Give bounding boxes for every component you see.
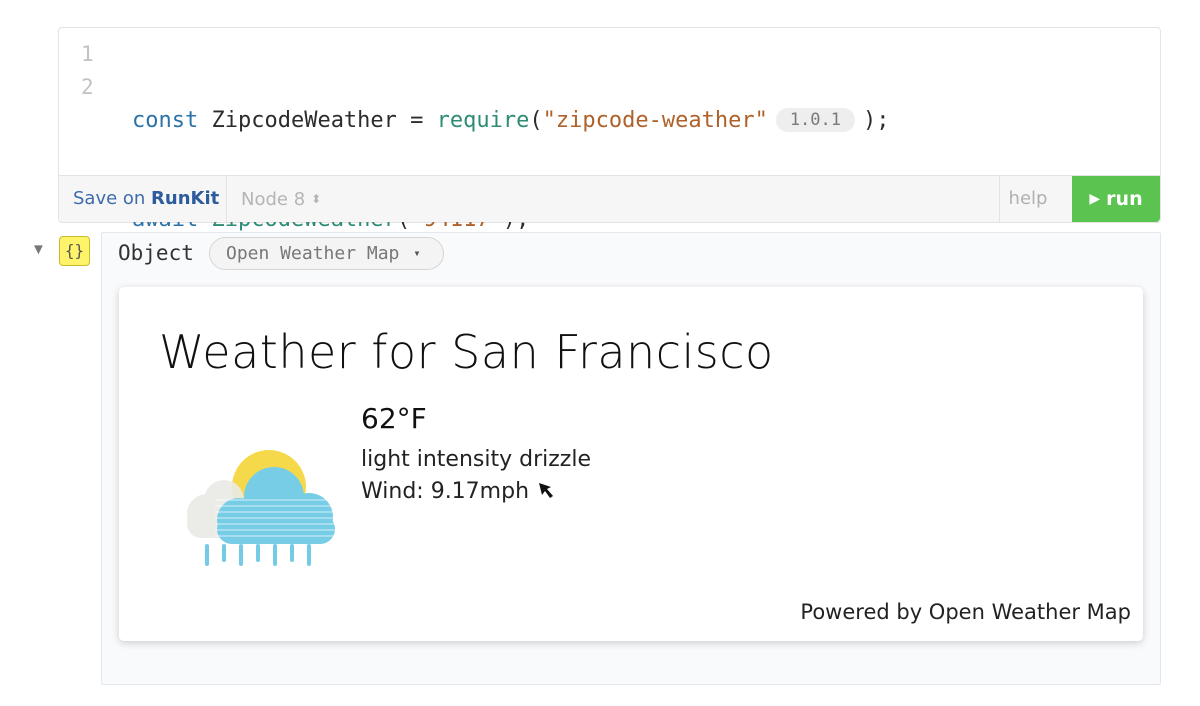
runkit-brand: RunKit	[151, 188, 220, 209]
node-version-select[interactable]: Node 8 ⬍	[241, 176, 321, 222]
open-paren: (	[529, 108, 543, 133]
run-label: run	[1106, 188, 1143, 210]
powered-by-label: Powered by Open Weather Map	[800, 600, 1131, 624]
drizzle-cloud-sun-icon	[187, 450, 339, 566]
line-number: 2	[81, 75, 94, 99]
editor-toolbar: Save on RunKit Node 8 ⬍ help ▶ run	[59, 175, 1160, 222]
temperature: 62°F	[361, 402, 427, 435]
updown-chevron-icon: ⬍	[311, 192, 322, 206]
collapse-triangle-icon[interactable]: ▼	[31, 242, 47, 258]
toolbar-divider	[226, 176, 227, 222]
output-panel: Object Open Weather Map ▾ Weather for San…	[101, 232, 1161, 685]
wind-speed: Wind: 9.17mph	[361, 479, 530, 504]
weather-card: Weather for San Francisco 62°F light int…	[119, 287, 1143, 641]
object-braces-icon: {}	[59, 236, 90, 266]
variable-name: ZipcodeWeather	[211, 108, 397, 133]
caret-down-icon: ▾	[413, 246, 421, 260]
require-function: require	[436, 108, 530, 133]
run-button[interactable]: ▶ run	[1072, 176, 1160, 222]
help-button[interactable]: help	[998, 176, 1058, 222]
wind-direction-arrow-icon	[539, 483, 553, 498]
object-type-label: Object	[118, 241, 194, 265]
node-version-label: Node 8	[241, 189, 306, 210]
viewer-select[interactable]: Open Weather Map ▾	[209, 237, 444, 270]
weather-title: Weather for San Francisco	[159, 325, 774, 379]
play-icon: ▶	[1089, 191, 1101, 207]
module-string: "zipcode-weather"	[542, 108, 768, 133]
viewer-selected-label: Open Weather Map	[226, 243, 400, 264]
weather-description: light intensity drizzle	[361, 447, 591, 472]
close-paren: );	[863, 108, 890, 133]
save-on-runkit-link[interactable]: Save on RunKit	[73, 176, 219, 222]
code-editor[interactable]: 1 2 const ZipcodeWeather = require("zipc…	[58, 27, 1161, 232]
save-prefix: Save on	[73, 188, 152, 209]
line-number: 1	[81, 42, 94, 66]
code-line-1[interactable]: const ZipcodeWeather = require("zipcode-…	[132, 104, 890, 137]
package-version-badge[interactable]: 1.0.1	[775, 108, 855, 132]
keyword-const: const	[132, 108, 199, 133]
equals-operator: =	[410, 108, 424, 133]
line-numbers: 1 2	[81, 38, 111, 104]
